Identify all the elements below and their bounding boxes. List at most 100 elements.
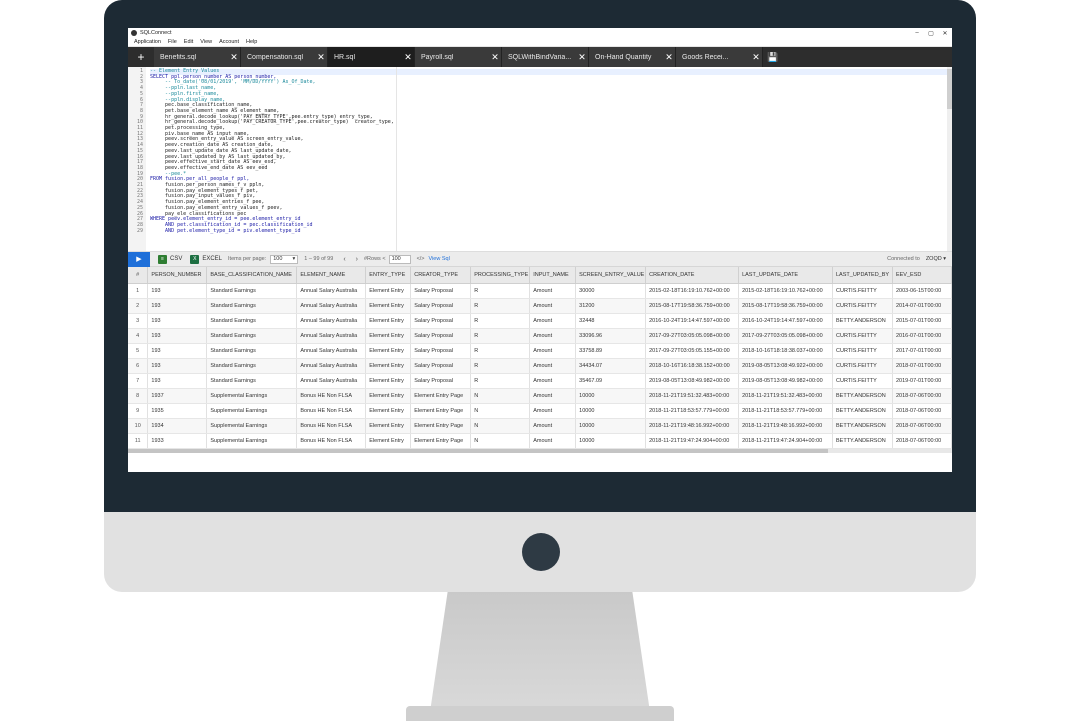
items-per-page-select[interactable]: 100 ▾ — [270, 254, 299, 264]
tab-bar: + Benefits.sql ✕ Compensation.sql ✕ HR.sql… — [128, 47, 952, 67]
table-cell: CURTIS.FEITTY — [832, 283, 893, 299]
minimize-button[interactable]: – — [910, 30, 924, 36]
column-header-input-name[interactable]: INPUT_NAME — [529, 267, 577, 284]
table-cell: 193 — [147, 313, 208, 329]
menu-account[interactable]: Account — [219, 39, 239, 45]
column-header-eev-esd[interactable]: EEV_ESD — [892, 267, 952, 284]
table-cell: 2018-11-21T19:51:32.483+00:00 — [738, 388, 833, 404]
table-cell: 2017-09-27T03:05:05.098+00:00 — [738, 328, 833, 344]
table-cell: 2019-08-05T13:08:49.982+00:00 — [738, 373, 833, 389]
tab-label: Compensation.sql — [247, 53, 304, 61]
column-header-last-updated-by[interactable]: LAST_UPDATED_BY — [832, 267, 893, 284]
table-cell: Amount — [529, 283, 577, 299]
menu-edit[interactable]: Edit — [184, 39, 193, 45]
table-cell: 2018-11-21T19:51:32.483+00:00 — [645, 388, 740, 404]
menu-application[interactable]: Application — [134, 39, 161, 45]
table-cell: Supplemental Earnings — [206, 403, 298, 419]
table-cell: Annual Salary Australia — [296, 373, 367, 389]
menu-view[interactable]: View — [200, 39, 212, 45]
menu-help[interactable]: Help — [246, 39, 257, 45]
table-cell: CURTIS.FEITTY — [832, 373, 893, 389]
connection-select[interactable]: ZOQD ▾ — [926, 256, 946, 262]
tab-hr[interactable]: HR.sql ✕ — [328, 47, 415, 67]
maximize-button[interactable]: ▢ — [924, 30, 938, 37]
tab-sqlwithbindvariables[interactable]: SQLWithBindVaria... ✕ — [502, 47, 589, 67]
close-icon[interactable]: ✕ — [315, 52, 327, 63]
table-row[interactable]: 7 193 Standard Earnings Annual Salary Austr… — [128, 373, 952, 389]
chevron-down-icon: ▾ — [292, 256, 296, 262]
tab-label: SQLWithBindVaria... — [508, 53, 572, 61]
next-page-button[interactable]: › — [356, 256, 358, 263]
table-cell: Salary Proposal — [410, 328, 472, 344]
table-cell: Bonus HE Non FLSA — [296, 403, 367, 419]
sql-editor[interactable]: 1 2 3 4 5 6 7 8 9 10 11 12 13 14 15 16 17 18 19 20 21 22 23 24 2… — [128, 67, 952, 252]
table-cell: 2015-07-01T00:00 — [892, 313, 952, 329]
table-cell: Element Entry Page — [410, 403, 472, 419]
table-row[interactable]: 4 193 Standard Earnings Annual Salary Austr… — [128, 328, 952, 344]
column-header-creator-type[interactable]: CREATOR_TYPE — [410, 267, 472, 284]
column-header-entry-type[interactable]: ENTRY_TYPE — [365, 267, 412, 284]
column-header-person-number[interactable]: PERSON_NUMBER — [147, 267, 208, 284]
column-header-element-name[interactable]: ELEMENT_NAME — [296, 267, 367, 284]
code-area[interactable]: -- Element Entry Values SELECT ppl.person… — [146, 67, 947, 251]
table-cell: 2018-11-21T18:53:57.779+00:00 — [645, 403, 740, 419]
table-cell: Annual Salary Australia — [296, 328, 367, 344]
tab-compensation[interactable]: Compensation.sql ✕ — [241, 47, 328, 67]
close-icon[interactable]: ✕ — [489, 52, 501, 63]
table-cell: CURTIS.FEITTY — [832, 343, 893, 359]
table-cell: Amount — [529, 313, 577, 329]
table-cell: Element Entry — [365, 313, 412, 329]
table-cell: Amount — [529, 328, 577, 344]
close-icon[interactable]: ✕ — [576, 52, 588, 63]
column-header-last-update-date[interactable]: LAST_UPDATE_DATE — [738, 267, 833, 284]
tab-payroll[interactable]: Payroll.sql ✕ — [415, 47, 502, 67]
previous-page-button[interactable]: ‹ — [343, 256, 345, 263]
table-cell: 8 — [128, 388, 149, 404]
export-csv-button[interactable]: ≡ CSV — [158, 254, 183, 264]
table-row[interactable]: 5 193 Standard Earnings Annual Salary Austr… — [128, 343, 952, 359]
rows-limit-input[interactable]: 100 — [388, 254, 411, 264]
tab-benefits[interactable]: Benefits.sql ✕ — [154, 47, 241, 67]
table-cell: Amount — [529, 403, 577, 419]
table-row[interactable]: 6 193 Standard Earnings Annual Salary Austr… — [128, 358, 952, 374]
horizontal-scrollbar[interactable] — [128, 449, 952, 453]
column-header-processing-type[interactable]: PROCESSING_TYPE — [470, 267, 531, 284]
column-header-[interactable]: # — [128, 267, 149, 284]
column-header-base-classification-name[interactable]: BASE_CLASSIFICATION_NAME — [206, 267, 298, 284]
table-cell: 2018-07-01T00:00 — [892, 358, 952, 374]
table-row[interactable]: 8 1937 Supplemental Earnings Bonus HE Non F… — [128, 388, 952, 404]
table-row[interactable]: 10 1934 Supplemental Earnings Bonus HE Non … — [128, 418, 952, 434]
export-excel-button[interactable]: X EXCEL — [190, 254, 222, 264]
items-per-page-label: Items per page: — [228, 256, 267, 262]
table-row[interactable]: 2 193 Standard Earnings Annual Salary Austr… — [128, 298, 952, 314]
close-icon[interactable]: ✕ — [228, 52, 240, 63]
table-cell: Element Entry — [365, 283, 412, 299]
table-row[interactable]: 9 1935 Supplemental Earnings Bonus HE Non F… — [128, 403, 952, 419]
csv-icon: ≡ — [158, 254, 167, 264]
editor-scrollbar[interactable] — [947, 67, 952, 251]
add-tab-button[interactable]: + — [128, 47, 154, 67]
close-icon[interactable]: ✕ — [402, 52, 414, 63]
column-header-creation-date[interactable]: CREATION_DATE — [645, 267, 740, 284]
results-grid[interactable]: # PERSON_NUMBER BASE_CLASSIFICATION_NAME EL… — [128, 267, 952, 453]
table-row[interactable]: 3 193 Standard Earnings Annual Salary Austr… — [128, 313, 952, 329]
close-icon[interactable]: ✕ — [750, 52, 762, 63]
column-header-screen-entry-value[interactable]: SCREEN_ENTRY_VALUE — [575, 267, 647, 284]
run-button[interactable]: ▶ — [128, 251, 150, 267]
table-row[interactable]: 11 1933 Supplemental Earnings Bonus HE Non … — [128, 433, 952, 449]
menu-file[interactable]: File — [168, 39, 177, 45]
table-cell: Amount — [529, 418, 577, 434]
table-cell: Amount — [529, 388, 577, 404]
close-icon[interactable]: ✕ — [663, 52, 675, 63]
table-cell: 2015-02-18T16:19:10.762+00:00 — [645, 283, 740, 299]
tab-on-hand-quantity[interactable]: On-Hand Quantity ✕ — [589, 47, 676, 67]
save-icon[interactable]: 💾 — [763, 47, 783, 67]
view-sql-link[interactable]: View Sql — [429, 256, 450, 262]
table-row[interactable]: 1 193 Standard Earnings Annual Salary Austr… — [128, 283, 952, 299]
tab-goods-receipt[interactable]: Goods Recei... ✕ — [676, 47, 763, 67]
table-cell: Amount — [529, 358, 577, 374]
csv-label: CSV — [170, 256, 183, 262]
table-cell: Element Entry — [365, 358, 412, 374]
close-window-button[interactable]: ✕ — [938, 30, 952, 37]
table-cell: 2016-10-24T19:14:47.597+00:00 — [738, 313, 833, 329]
